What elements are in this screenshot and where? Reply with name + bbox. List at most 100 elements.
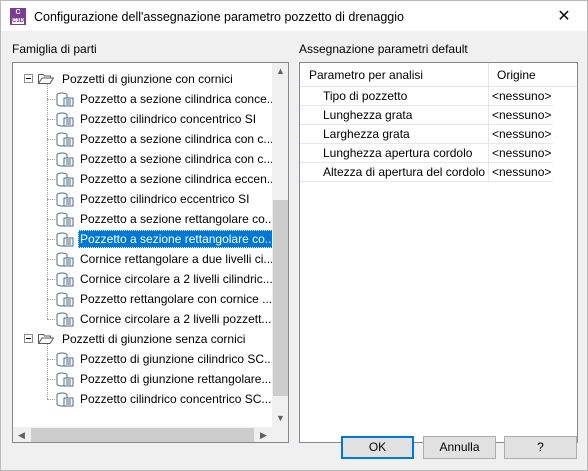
grid-header: Parametro per analisi Origine <box>300 63 577 87</box>
tree-part-item[interactable]: Pozzetto a sezione cilindrica con c... <box>13 129 273 149</box>
tree-part-item[interactable]: Pozzetto rettangolare con cornice ... <box>13 289 273 309</box>
tree-connector-line <box>47 219 55 220</box>
collapse-expander-icon[interactable] <box>24 334 33 343</box>
origin-cell[interactable]: <nessuno> <box>489 106 553 125</box>
open-folder-icon <box>38 333 55 344</box>
ok-button[interactable]: OK <box>341 436 414 459</box>
drainage-structure-part-icon <box>56 272 74 287</box>
tree-part-item[interactable]: Cornice circolare a 2 livelli cilindric.… <box>13 269 273 289</box>
app-icon-sub: C3D <box>12 18 25 24</box>
tree-viewport: Pozzetti di giunzione con cornici Pozzett… <box>13 63 273 427</box>
open-folder-icon <box>38 73 55 84</box>
scrollbar-corner <box>272 427 288 442</box>
tree-connector-line <box>47 99 55 100</box>
tree-part-label[interactable]: Pozzetto cilindrico concentrico SI <box>78 110 258 128</box>
origin-cell[interactable]: <nessuno> <box>489 87 553 106</box>
parameter-cell: Lunghezza apertura cordolo <box>300 144 489 163</box>
parameter-cell: Larghezza grata <box>300 125 489 144</box>
scroll-left-arrow-icon[interactable]: ◀ <box>13 427 30 442</box>
tree-horizontal-scrollbar[interactable]: ◀ ▶ <box>13 427 272 442</box>
drainage-structure-part-icon <box>56 292 74 307</box>
parameter-grid: Parametro per analisi Origine Tipo di po… <box>299 62 578 443</box>
tree-part-label[interactable]: Pozzetto di giunzione rettangolare... <box>78 370 273 388</box>
tree-part-label[interactable]: Pozzetto rettangolare con cornice ... <box>78 290 273 308</box>
app-icon-letter: C <box>15 9 21 16</box>
tree-part-label[interactable]: Pozzetto a sezione cilindrica con c... <box>78 130 273 148</box>
tree-connector-line <box>47 119 55 120</box>
tree-part-label[interactable]: Cornice circolare a 2 livelli cilindric.… <box>78 270 273 288</box>
tree-connector-line <box>47 139 55 140</box>
close-button[interactable]: ✕ <box>541 1 587 32</box>
tree-part-label[interactable]: Cornice circolare a 2 livelli pozzett... <box>78 310 273 328</box>
tree-part-item[interactable]: Pozzetto a sezione cilindrica eccen... <box>13 169 273 189</box>
tree-group-row[interactable]: Pozzetti di giunzione con cornici <box>13 69 273 89</box>
cancel-button[interactable]: Annulla <box>423 436 496 459</box>
drainage-structure-part-icon <box>56 172 74 187</box>
tree-part-label[interactable]: Pozzetto di giunzione cilindrico SC... <box>78 350 273 368</box>
tree-part-item[interactable]: Pozzetto cilindrico concentrico SC... <box>13 389 273 409</box>
tree-group-row[interactable]: Pozzetti di giunzione senza cornici <box>13 329 273 349</box>
tree-group-label[interactable]: Pozzetti di giunzione senza cornici <box>62 332 245 346</box>
drainage-structure-part-icon <box>56 92 74 107</box>
part-family-tree[interactable]: Pozzetti di giunzione con cornici Pozzett… <box>12 62 289 443</box>
tree-connector-line <box>47 259 55 260</box>
drainage-structure-part-icon <box>56 312 74 327</box>
tree-vertical-scrollbar[interactable]: ▲ ▼ <box>272 63 288 427</box>
tree-connector-line <box>47 279 55 280</box>
horizontal-scroll-thumb[interactable] <box>31 428 254 442</box>
grid-row[interactable]: Lunghezza grata <nessuno> <box>300 106 553 125</box>
collapse-expander-icon[interactable] <box>24 74 33 83</box>
tree-part-item[interactable]: Pozzetto a sezione cilindrica conce... <box>13 89 273 109</box>
drainage-structure-part-icon <box>56 132 74 147</box>
tree-connector-line <box>47 344 48 399</box>
tree-part-item[interactable]: Pozzetto di giunzione cilindrico SC... <box>13 349 273 369</box>
origin-cell[interactable]: <nessuno> <box>489 125 553 144</box>
tree-connector-line <box>47 359 55 360</box>
tree-connector-line <box>47 399 55 400</box>
drainage-structure-part-icon <box>56 192 74 207</box>
column-header-parameter[interactable]: Parametro per analisi <box>300 63 489 87</box>
tree-connector-line <box>47 199 55 200</box>
tree-part-label[interactable]: Pozzetto a sezione rettangolare co... <box>78 210 273 228</box>
tree-part-item[interactable]: Pozzetto a sezione cilindrica con c... <box>13 149 273 169</box>
tree-part-item[interactable]: Cornice circolare a 2 livelli pozzett... <box>13 309 273 329</box>
tree-part-label[interactable]: Pozzetto cilindrico concentrico SC... <box>78 390 273 408</box>
tree-part-label[interactable]: Pozzetto a sezione cilindrica eccen... <box>78 170 273 188</box>
grid-row[interactable]: Larghezza grata <nessuno> <box>300 125 553 144</box>
scroll-down-arrow-icon[interactable]: ▼ <box>272 410 288 427</box>
tree-part-item[interactable]: Cornice rettangolare a due livelli ci... <box>13 249 273 269</box>
tree-part-label[interactable]: Pozzetto a sezione rettangolare co... <box>78 230 273 248</box>
grid-row[interactable]: Tipo di pozzetto <nessuno> <box>300 87 553 106</box>
tree-connector-line <box>47 319 55 320</box>
tree-part-label[interactable]: Pozzetto a sezione cilindrica conce... <box>78 90 273 108</box>
drainage-structure-part-icon <box>56 352 74 367</box>
tree-part-item[interactable]: Pozzetto cilindrico concentrico SI <box>13 109 273 129</box>
part-family-label: Famiglia di parti <box>12 42 97 56</box>
tree-connector-line <box>47 299 55 300</box>
tree-connector-line <box>47 179 55 180</box>
help-button[interactable]: ? <box>504 436 577 459</box>
title-bar: C C3D Configurazione dell'assegnazione p… <box>0 0 588 31</box>
origin-cell[interactable]: <nessuno> <box>489 144 553 163</box>
tree-part-item[interactable]: Pozzetto di giunzione rettangolare... <box>13 369 273 389</box>
civil3d-app-icon: C C3D <box>10 8 26 25</box>
parameter-cell: Altezza di apertura del cordolo <box>300 163 489 182</box>
tree-group-label[interactable]: Pozzetti di giunzione con cornici <box>62 72 233 86</box>
tree-part-label[interactable]: Pozzetto cilindrico eccentrico SI <box>78 190 251 208</box>
tree-part-item[interactable]: Pozzetto a sezione rettangolare co... <box>13 209 273 229</box>
tree-part-item[interactable]: Pozzetto cilindrico eccentrico SI <box>13 189 273 209</box>
dialog-client: Famiglia di parti Assegnazione parametri… <box>0 31 588 471</box>
grid-row[interactable]: Altezza di apertura del cordolo <nessuno> <box>300 163 553 182</box>
tree-part-label[interactable]: Cornice rettangolare a due livelli ci... <box>78 250 273 268</box>
column-header-origin[interactable]: Origine <box>489 63 577 87</box>
scroll-up-arrow-icon[interactable]: ▲ <box>272 63 288 80</box>
vertical-scroll-thumb[interactable] <box>273 200 288 396</box>
origin-cell[interactable]: <nessuno> <box>489 163 553 182</box>
parameter-cell: Tipo di pozzetto <box>300 87 489 106</box>
tree-part-label[interactable]: Pozzetto a sezione cilindrica con c... <box>78 150 273 168</box>
tree-part-item[interactable]: Pozzetto a sezione rettangolare co... <box>13 229 273 249</box>
tree-connector-line <box>47 239 55 240</box>
scroll-right-arrow-icon[interactable]: ▶ <box>255 427 272 442</box>
grid-row[interactable]: Lunghezza apertura cordolo <nessuno> <box>300 144 553 163</box>
drainage-structure-part-icon <box>56 212 74 227</box>
